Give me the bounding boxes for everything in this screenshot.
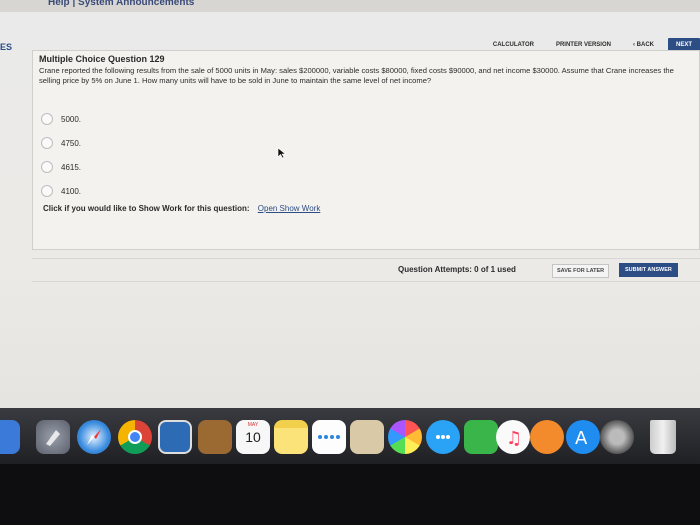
answer-option-1[interactable]: 5000. xyxy=(41,113,81,125)
preview-icon[interactable] xyxy=(158,420,192,454)
launchpad-icon[interactable] xyxy=(36,420,70,454)
dock: MAY 10 ♫ A xyxy=(0,408,700,464)
notes-icon[interactable] xyxy=(274,420,308,454)
photos-icon[interactable] xyxy=(388,420,422,454)
radio-button[interactable] xyxy=(41,137,53,149)
radio-button[interactable] xyxy=(41,185,53,197)
system-preferences-icon[interactable] xyxy=(600,420,634,454)
svg-text:♫: ♫ xyxy=(506,428,522,449)
answer-option-label: 4750. xyxy=(61,138,82,148)
app-store-icon[interactable]: A xyxy=(566,420,600,454)
show-work-row: Click if you would like to Show Work for… xyxy=(43,204,320,213)
chrome-icon[interactable] xyxy=(118,420,152,454)
assignment-page: ES CALCULATOR PRINTER VERSION ‹ BACK NEX… xyxy=(0,12,700,432)
facetime-icon[interactable] xyxy=(464,420,498,454)
messages-icon[interactable] xyxy=(426,420,460,454)
calendar-month: MAY xyxy=(247,422,259,428)
photo-viewer-icon[interactable] xyxy=(350,420,384,454)
answer-option-label: 4100. xyxy=(61,186,82,196)
sidebar-tag[interactable]: ES xyxy=(0,42,12,52)
top-menu-text[interactable]: Help | System Announcements xyxy=(48,0,194,8)
question-text: Crane reported the following results fro… xyxy=(39,66,674,85)
calendar-icon[interactable]: MAY 10 xyxy=(236,420,270,454)
question-title: Multiple Choice Question 129 xyxy=(39,54,165,64)
safari-icon[interactable] xyxy=(77,420,111,454)
finder-icon[interactable] xyxy=(0,420,20,454)
calendar-day: 10 xyxy=(245,429,261,445)
reminders-icon[interactable] xyxy=(312,420,346,454)
svg-text:A: A xyxy=(575,428,588,449)
mouse-cursor-icon xyxy=(277,147,287,159)
radio-button[interactable] xyxy=(41,113,53,125)
trash-icon[interactable] xyxy=(650,420,676,454)
question-attempts: Question Attempts: 0 of 1 used xyxy=(398,265,516,274)
answer-option-label: 5000. xyxy=(61,114,82,124)
show-work-prompt: Click if you would like to Show Work for… xyxy=(43,204,250,213)
open-show-work-link[interactable]: Open Show Work xyxy=(258,204,321,213)
answer-option-3[interactable]: 4615. xyxy=(41,161,81,173)
notebook-icon[interactable] xyxy=(198,420,232,454)
music-icon[interactable]: ♫ xyxy=(496,420,530,454)
answer-option-2[interactable]: 4750. xyxy=(41,137,81,149)
laptop-bezel xyxy=(0,464,700,525)
books-icon[interactable] xyxy=(530,420,564,454)
answer-option-4[interactable]: 4100. xyxy=(41,185,81,197)
answer-option-label: 4615. xyxy=(61,162,82,172)
radio-button[interactable] xyxy=(41,161,53,173)
save-for-later-button[interactable]: SAVE FOR LATER xyxy=(552,264,610,278)
submit-answer-button[interactable]: SUBMIT ANSWER xyxy=(619,263,678,277)
question-panel: Multiple Choice Question 129 Crane repor… xyxy=(32,50,700,250)
question-footer: Question Attempts: 0 of 1 used SAVE FOR … xyxy=(32,258,700,282)
